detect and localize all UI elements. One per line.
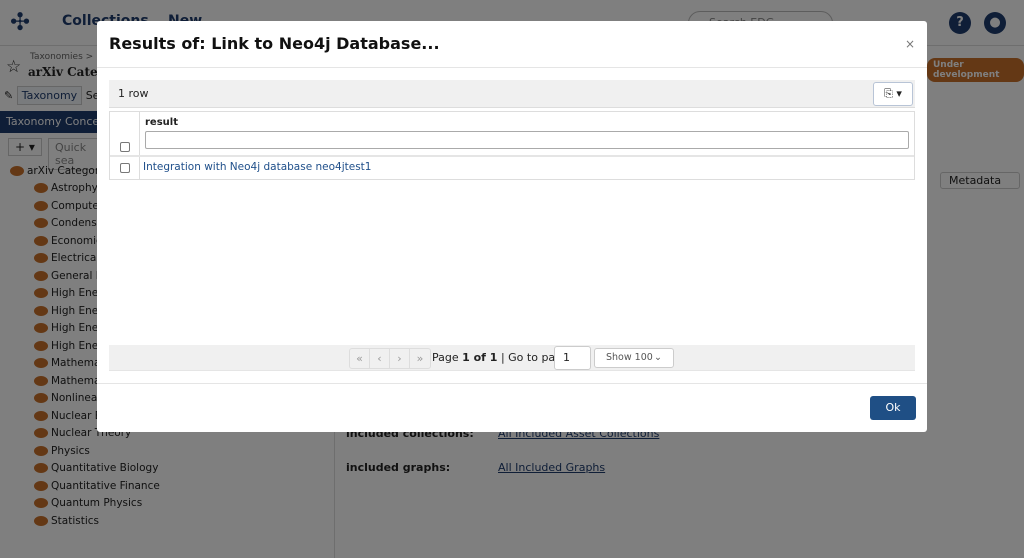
- chevron-down-icon: ⌄: [654, 352, 662, 363]
- results-table: result Integration with Neo4j database n…: [109, 111, 915, 180]
- row-checkbox[interactable]: [120, 163, 130, 173]
- next-page-button[interactable]: ›: [390, 349, 410, 368]
- select-all-checkbox[interactable]: [120, 142, 130, 152]
- column-filter-input[interactable]: [145, 131, 909, 149]
- prev-page-button[interactable]: ‹: [370, 349, 390, 368]
- row-count: 1 row: [118, 87, 149, 100]
- table-header: result: [110, 112, 914, 157]
- results-dialog: Results of: Link to Neo4j Database... × …: [97, 21, 927, 432]
- last-page-button[interactable]: »: [410, 349, 430, 368]
- first-page-button[interactable]: «: [350, 349, 370, 368]
- result-link[interactable]: Integration with Neo4j database neo4jtes…: [140, 157, 914, 179]
- page-info: Page 1 of 1 | Go to page:: [432, 351, 573, 364]
- ok-button[interactable]: Ok: [870, 396, 916, 420]
- pagination: « ‹ › » Page 1 of 1 | Go to page: 1 Show…: [109, 345, 915, 371]
- export-button[interactable]: ⎘ ▾: [873, 82, 913, 106]
- results-toolbar: 1 row ⎘ ▾: [109, 80, 915, 108]
- page-number: 1 of 1: [462, 351, 498, 364]
- column-header-result[interactable]: result: [145, 117, 909, 128]
- dialog-title: Results of: Link to Neo4j Database...: [109, 34, 440, 53]
- goto-page-input[interactable]: 1: [554, 346, 591, 370]
- export-icon: ⎘ ▾: [884, 87, 902, 100]
- close-icon[interactable]: ×: [905, 37, 915, 51]
- divider: [97, 383, 927, 384]
- page-prefix: Page: [432, 351, 463, 364]
- divider: [97, 67, 927, 68]
- page-size-value: Show 100: [606, 352, 653, 363]
- page-size-select[interactable]: Show 100 ⌄: [594, 348, 674, 368]
- table-row: Integration with Neo4j database neo4jtes…: [110, 157, 914, 179]
